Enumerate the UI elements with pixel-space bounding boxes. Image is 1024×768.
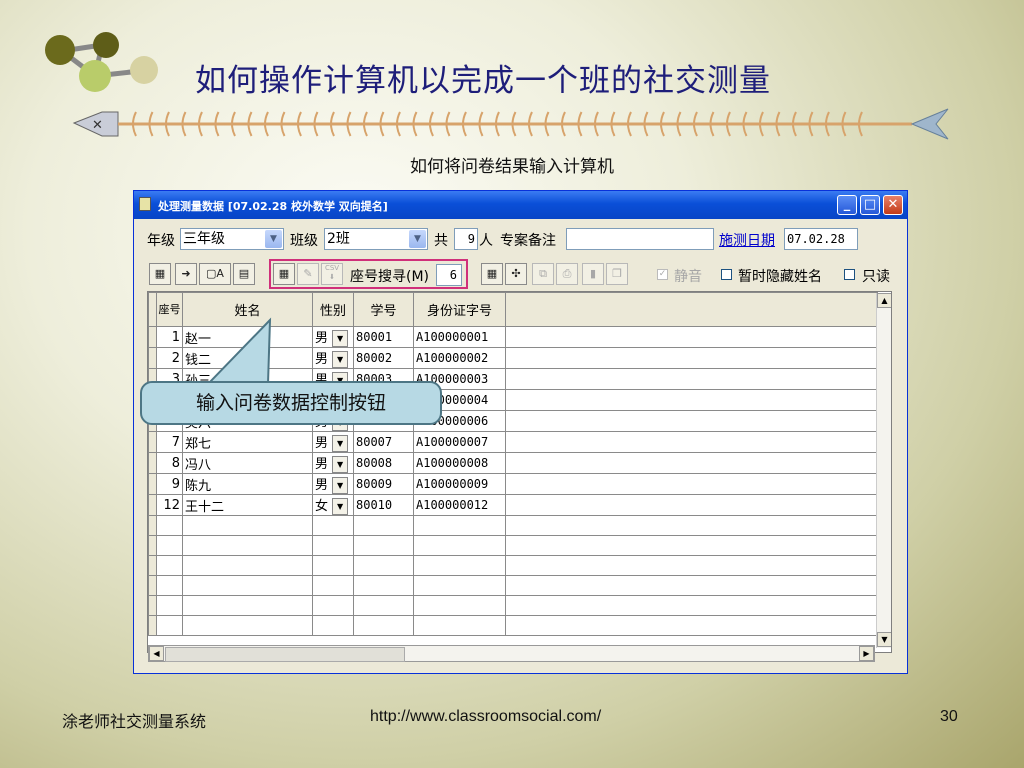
footer-url[interactable]: http://www.classroomsocial.com/ — [370, 708, 601, 726]
page-number: 30 — [940, 708, 958, 725]
callout-box: 输入问卷数据控制按钮 — [140, 381, 442, 425]
footer-system-name: 涂老师社交测量系统 — [62, 712, 207, 731]
